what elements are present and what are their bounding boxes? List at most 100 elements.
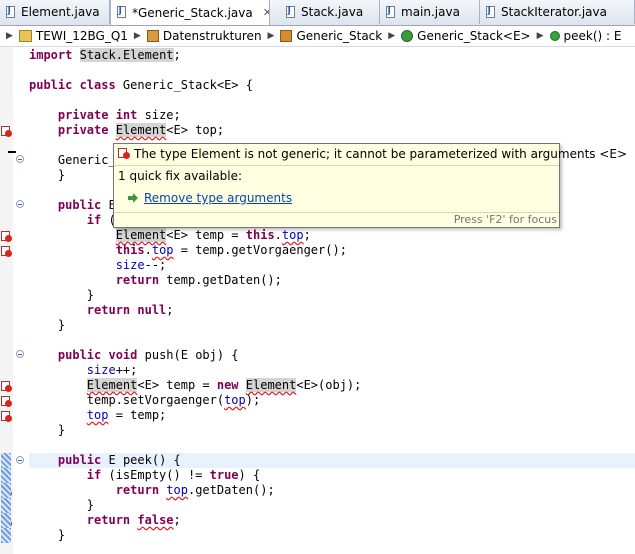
tab-stack-java[interactable]: J Stack.java <box>280 0 380 24</box>
code-line: private Element<E> top; <box>29 123 224 138</box>
code-text-area[interactable]: import Stack.Element; public class Gener… <box>29 47 635 554</box>
change-marker <box>1 483 11 498</box>
breadcrumb-method[interactable]: peek() : E <box>549 29 621 43</box>
code-line: Element<E> temp = this.top; <box>29 228 311 243</box>
code-editor[interactable]: import Stack.Element; public class Gener… <box>0 47 635 554</box>
change-marker <box>1 453 11 468</box>
code-line: } <box>29 318 65 333</box>
code-token: <E> top; <box>166 123 225 137</box>
breadcrumb-arrow-icon[interactable]: ▶ <box>6 31 13 41</box>
code-line: import Stack.Element; <box>29 48 181 63</box>
code-token: E peek() { <box>101 453 181 467</box>
breadcrumb-arrow-icon[interactable]: ▶ <box>388 31 395 41</box>
quickfix-hover-popup[interactable]: The type Element is not generic; it cann… <box>113 143 627 228</box>
fold-toggle-icon[interactable] <box>16 155 24 163</box>
field-token: top <box>281 228 304 242</box>
breadcrumb-package[interactable]: Datenstrukturen <box>146 29 262 43</box>
code-line: return false; <box>29 513 181 528</box>
field-token: size <box>115 258 145 272</box>
code-token: } <box>29 528 66 542</box>
error-token[interactable]: Element <box>245 378 297 392</box>
error-icon <box>118 148 130 160</box>
tab-element-java[interactable]: J Element.java <box>0 0 110 24</box>
tab-generic-stack-java[interactable]: J *Generic_Stack.java ✕ <box>110 0 270 25</box>
field-token: size <box>86 363 116 377</box>
code-token: . <box>274 228 282 242</box>
keyword: false <box>137 513 174 527</box>
fold-toggle-icon[interactable] <box>16 456 24 464</box>
tab-stackiterator-java[interactable]: J StackIterator.java <box>480 0 635 24</box>
popup-footer-hint: Press 'F2' for focus <box>114 212 559 227</box>
close-icon[interactable]: ✕ <box>263 6 269 19</box>
tab-label: Element.java <box>21 5 100 19</box>
breadcrumb-project[interactable]: TEWI_12BG_Q1 <box>18 29 128 43</box>
breadcrumb-file[interactable]: Generic_Stack <box>280 29 382 43</box>
code-line: public E peek() { <box>29 453 181 468</box>
keyword: public void <box>57 348 138 362</box>
tab-label: *Generic_Stack.java <box>132 5 253 20</box>
code-token: push(E obj) { <box>137 348 239 362</box>
remove-type-arguments-link[interactable]: Remove type arguments <box>144 191 292 205</box>
keyword: this <box>115 243 145 257</box>
code-line: public class Generic_Stack<E> { <box>29 78 253 93</box>
import-target: Stack.Element <box>79 48 174 62</box>
keyword: public <box>57 453 102 467</box>
code-line: } <box>29 498 94 513</box>
error-token[interactable]: Element <box>115 228 167 242</box>
breadcrumb-arrow-icon[interactable]: ▶ <box>537 31 544 41</box>
error-marker-icon[interactable] <box>1 126 12 138</box>
code-line: if (isEmpty() != true) { <box>29 468 260 483</box>
java-file-icon: J <box>4 5 17 19</box>
code-token: ); <box>245 393 261 407</box>
tab-label: StackIterator.java <box>501 5 607 19</box>
error-marker-icon[interactable] <box>1 246 12 258</box>
breadcrumb-class[interactable]: Generic_Stack<E> <box>401 29 531 43</box>
code-token: --; <box>144 258 167 272</box>
error-message-text: The type Element is not generic; it cann… <box>134 147 628 161</box>
error-marker-icon[interactable] <box>1 396 12 408</box>
breadcrumb-arrow-icon[interactable]: ▶ <box>268 31 275 41</box>
field-token: top <box>224 393 246 407</box>
field-token: top <box>166 483 188 497</box>
error-marker-icon[interactable] <box>1 231 12 243</box>
code-line: size++; <box>29 363 138 378</box>
code-line: Element<E> temp = new Element<E>(obj); <box>29 378 361 393</box>
error-token[interactable]: Element <box>115 123 167 137</box>
keyword: new <box>216 378 239 392</box>
fold-toggle-icon[interactable] <box>16 350 24 358</box>
code-token: (isEmpty() != <box>101 468 210 482</box>
change-marker <box>1 528 11 543</box>
editor-tab-bar: J Element.java J *Generic_Stack.java ✕ J… <box>0 0 635 26</box>
code-line: Generic_ <box>29 153 116 168</box>
error-marker-icon[interactable] <box>1 411 12 423</box>
cursor-caret <box>8 151 16 153</box>
code-line: private int size; <box>29 108 181 123</box>
code-line: temp.setVorgaenger(top); <box>29 393 260 408</box>
code-line: top = temp; <box>29 408 166 423</box>
code-line: this.top = temp.getVorgaenger(); <box>29 243 347 258</box>
code-token: temp.getDaten(); <box>159 273 282 287</box>
code-line: } <box>29 168 65 183</box>
tab-label: main.java <box>401 5 460 19</box>
code-line: public E <box>29 198 116 213</box>
project-folder-icon <box>18 30 32 42</box>
breadcrumb-arrow-icon[interactable]: ▶ <box>134 31 141 41</box>
quickfix-item[interactable]: Remove type arguments <box>128 191 292 205</box>
error-marker-icon[interactable] <box>1 381 12 393</box>
code-token: Generic_Stack<E> { <box>115 78 253 92</box>
tab-label: Stack.java <box>301 5 364 19</box>
tab-main-java[interactable]: J main.java <box>380 0 480 24</box>
fold-toggle-icon[interactable] <box>16 200 24 208</box>
code-line: return null; <box>29 303 174 318</box>
keyword: private int <box>57 108 138 122</box>
java-file-icon: J <box>115 6 128 19</box>
folding-ruler[interactable] <box>13 47 27 554</box>
error-token[interactable]: Element <box>86 378 138 392</box>
